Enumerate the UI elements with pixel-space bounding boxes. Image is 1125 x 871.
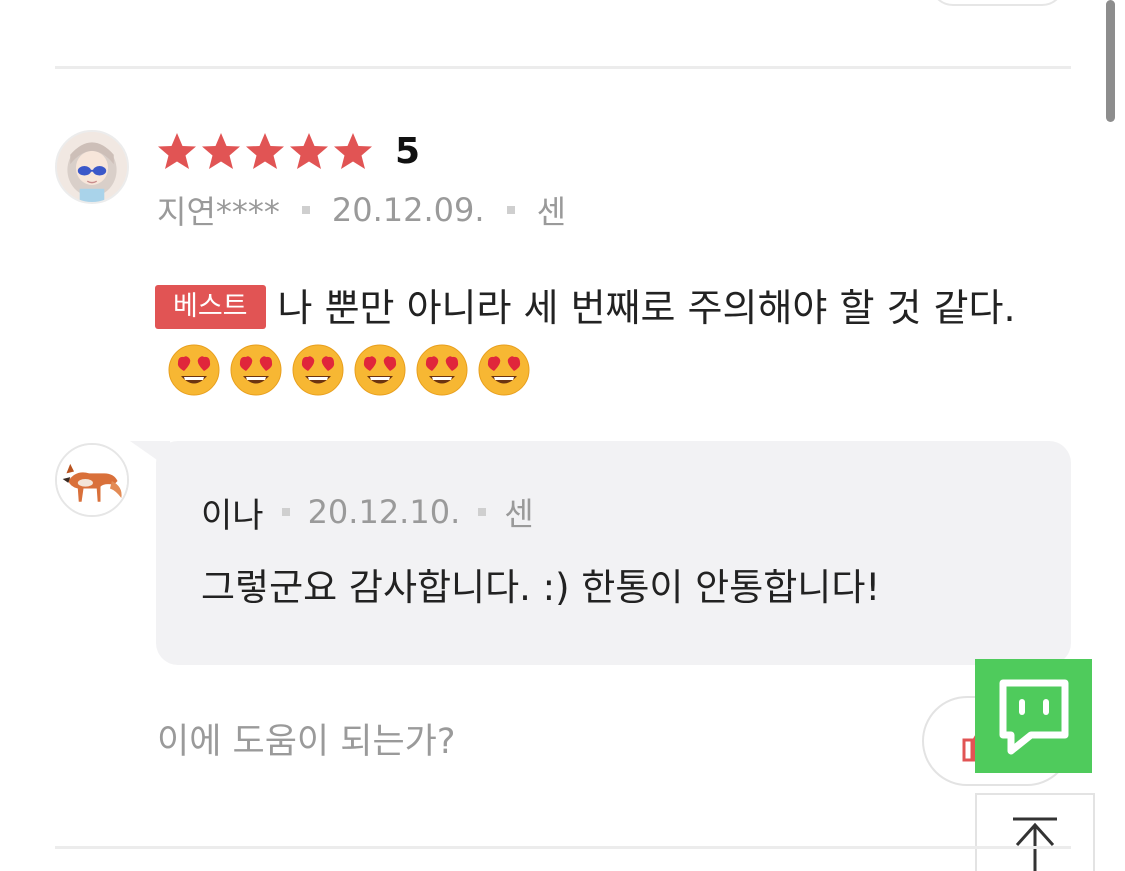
reply-text: 그렇군요 감사합니다. :) 한통이 안통합니다! [201,566,881,609]
heart-eyes-icon [229,343,283,397]
heart-eyes-icon [415,343,469,397]
star-icon [331,130,375,174]
chat-bubble-icon [999,679,1069,755]
previous-like-button[interactable] [930,0,1065,6]
star-icon [287,130,331,174]
rating-value: 5 [395,131,421,172]
best-badge: 베스트 [155,285,266,329]
star-icon [243,130,287,174]
review-page: 5 지연**** 20.12.09. 센 베스트 나 뿐만 아니라 세 번째로 주… [0,0,1125,871]
scrollbar[interactable] [1106,0,1115,122]
review-text: 나 뿐만 아니라 세 번째로 주의해야 할 것 같다. [277,286,1016,330]
heart-eyes-icon [167,343,221,397]
separator-dot [478,508,487,516]
reply-box [156,441,1071,665]
reply-date: 20.12.10. [307,493,461,531]
review-source: 센 [536,193,567,231]
divider [55,846,1071,849]
separator-dot [506,206,515,214]
divider [55,66,1071,69]
reply-meta: 이나 20.12.10. 센 [201,490,534,536]
reviewer-avatar [55,130,129,204]
helpful-question: 이에 도움이 되는가? [157,722,456,762]
chat-button[interactable] [975,659,1092,773]
heart-eyes-icon [477,343,531,397]
review-body: 베스트 나 뿐만 아니라 세 번째로 주의해야 할 것 같다. [155,276,1055,404]
rating-stars [155,128,375,176]
heart-eyes-icon [291,343,345,397]
review-date: 20.12.09. [331,191,485,229]
reply-source: 센 [504,495,534,533]
arrow-up-icon [1013,817,1057,871]
review-meta: 지연**** 20.12.09. 센 [157,188,566,232]
scroll-top-button[interactable] [975,793,1095,871]
reviewer-name: 지연**** [157,193,280,231]
emoji-row [167,343,539,397]
seller-avatar [55,443,129,517]
heart-eyes-icon [353,343,407,397]
separator-dot [301,206,310,214]
reply-author: 이나 [201,495,264,536]
separator-dot [281,508,290,516]
star-icon [155,130,199,174]
star-icon [199,130,243,174]
